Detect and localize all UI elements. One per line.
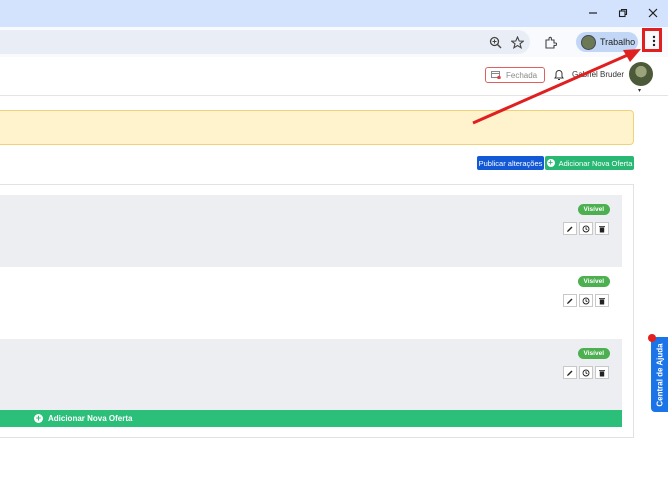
profile-avatar	[581, 34, 596, 50]
warning-banner	[0, 110, 634, 145]
help-center-tab[interactable]: Central de Ajuda	[651, 337, 668, 412]
store-closed-icon	[491, 71, 501, 80]
close-icon[interactable]	[643, 4, 663, 22]
annotation-highlight-box	[642, 28, 662, 52]
browser-title-bar	[0, 0, 668, 27]
plus-circle-icon: +	[34, 413, 43, 423]
chevron-down-icon[interactable]: ▾	[638, 87, 641, 94]
minimize-icon[interactable]	[583, 4, 603, 22]
visibility-badge: Visível	[577, 204, 610, 215]
trash-icon[interactable]	[595, 294, 609, 307]
offer-actions	[561, 294, 609, 307]
history-clock-icon[interactable]	[579, 366, 593, 379]
plus-circle-icon: +	[546, 158, 555, 167]
offer-card: Visível	[0, 339, 622, 411]
notification-dot	[648, 334, 656, 342]
profile-chip[interactable]: Trabalho	[576, 32, 638, 52]
user-name[interactable]: Gabriel Bruder	[572, 70, 624, 79]
bookmark-star-icon[interactable]	[509, 34, 525, 50]
history-clock-icon[interactable]	[579, 222, 593, 235]
zoom-icon[interactable]	[487, 34, 503, 50]
add-offer-label: Adicionar Nova Oferta	[558, 158, 633, 168]
publish-changes-button[interactable]: Publicar alterações	[477, 156, 544, 170]
offer-card: Visível	[0, 267, 622, 339]
store-status-label: Fechada	[506, 70, 538, 80]
address-bar[interactable]	[0, 30, 530, 54]
offers-container: Visível Visível Visível	[0, 184, 634, 438]
visibility-badge: Visível	[577, 276, 610, 287]
add-offer-button[interactable]: + Adicionar Nova Oferta	[545, 156, 634, 170]
page-header	[0, 57, 668, 96]
offer-actions	[561, 366, 609, 379]
edit-pencil-icon[interactable]	[563, 294, 577, 307]
store-status-button[interactable]: Fechada	[485, 67, 545, 83]
visibility-badge: Visível	[577, 348, 610, 359]
browser-toolbar	[0, 27, 668, 57]
add-offer-bottom-button[interactable]: + Adicionar Nova Oferta	[0, 410, 622, 427]
restore-icon[interactable]	[613, 4, 633, 22]
history-clock-icon[interactable]	[579, 294, 593, 307]
trash-icon[interactable]	[595, 366, 609, 379]
profile-name: Trabalho	[600, 37, 636, 47]
help-center-label: Central de Ajuda	[655, 342, 664, 407]
add-offer-bottom-label: Adicionar Nova Oferta	[48, 414, 133, 423]
offer-card: Visível	[0, 195, 622, 267]
bell-icon[interactable]	[553, 68, 565, 80]
user-avatar[interactable]	[629, 62, 653, 86]
edit-pencil-icon[interactable]	[563, 222, 577, 235]
extensions-icon[interactable]	[542, 34, 558, 50]
edit-pencil-icon[interactable]	[563, 366, 577, 379]
offer-actions	[561, 222, 609, 235]
trash-icon[interactable]	[595, 222, 609, 235]
